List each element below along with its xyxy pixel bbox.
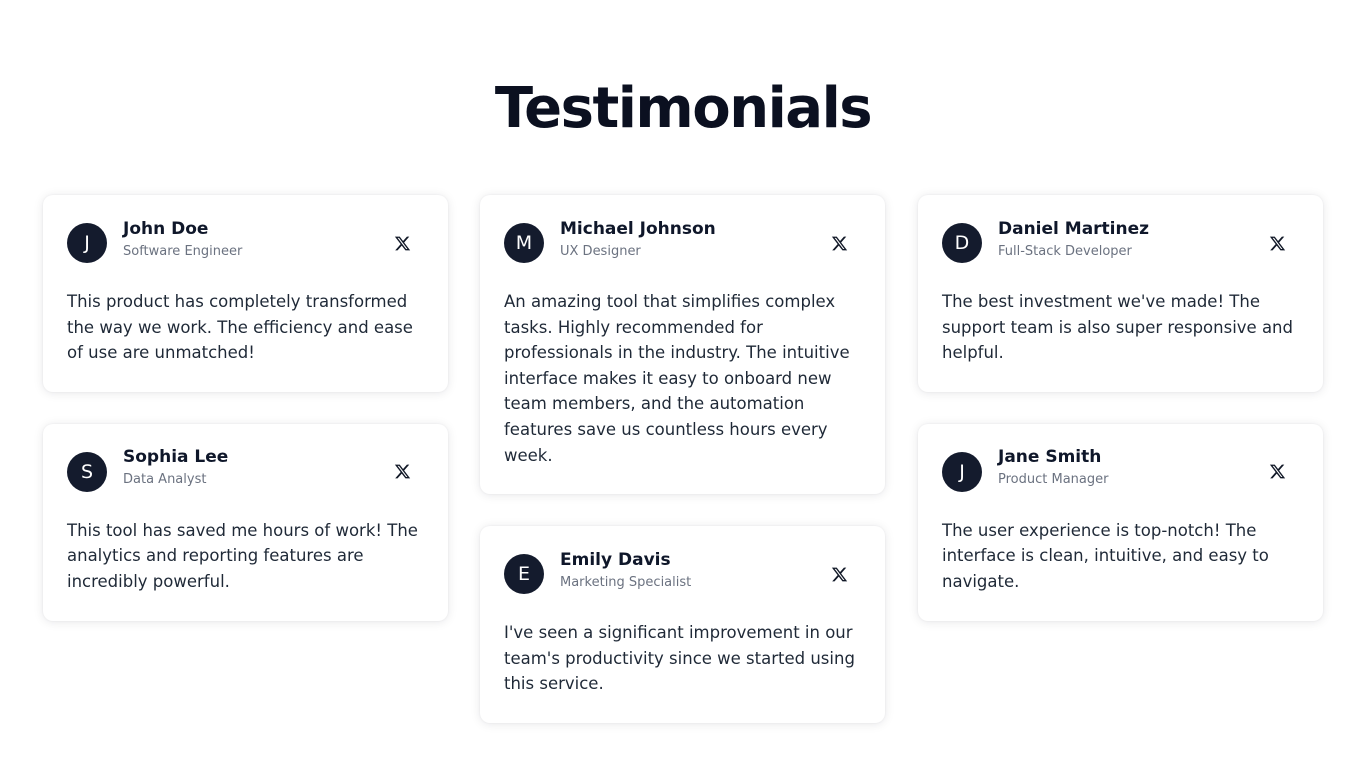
author-info: Jane Smith Product Manager xyxy=(998,447,1257,489)
testimonial-card: S Sophia Lee Data Analyst This tool has … xyxy=(43,423,448,621)
x-twitter-link[interactable] xyxy=(382,452,422,492)
author-info: Sophia Lee Data Analyst xyxy=(123,447,382,489)
avatar: S xyxy=(67,451,107,492)
x-twitter-icon xyxy=(1269,236,1285,250)
author-info: John Doe Software Engineer xyxy=(123,219,382,261)
testimonial-column-1: J John Doe Software Engineer This produc… xyxy=(43,195,448,621)
author-name: Sophia Lee xyxy=(123,447,229,468)
testimonial-quote: This tool has saved me hours of work! Th… xyxy=(67,520,418,591)
avatar: J xyxy=(67,223,107,263)
card-header: J Jane Smith Product Manager xyxy=(942,447,1299,492)
author-name: Daniel Martinez xyxy=(998,218,1150,239)
card-header: M Michael Johnson UX Designer xyxy=(504,219,861,263)
card-header: S Sophia Lee Data Analyst xyxy=(67,447,424,492)
author-role: Marketing Specialist xyxy=(560,574,692,590)
card-header: D Daniel Martinez Full-Stack Developer xyxy=(942,219,1299,263)
author-name: Michael Johnson xyxy=(560,218,716,239)
author-info: Michael Johnson UX Designer xyxy=(560,219,819,261)
author-name: Emily Davis xyxy=(560,549,671,570)
testimonial-quote: I've seen a significant improvement in o… xyxy=(504,623,855,694)
testimonial-card: J John Doe Software Engineer This produc… xyxy=(43,195,448,392)
x-twitter-link[interactable] xyxy=(382,223,422,263)
author-info: Daniel Martinez Full-Stack Developer xyxy=(998,219,1257,261)
x-twitter-link[interactable] xyxy=(1257,223,1297,263)
card-header: E Emily Davis Marketing Specialist xyxy=(504,550,861,595)
x-twitter-icon xyxy=(394,464,410,479)
testimonial-card: J Jane Smith Product Manager The user ex… xyxy=(918,423,1323,621)
author-name: John Doe xyxy=(123,218,209,239)
x-twitter-icon xyxy=(831,567,847,582)
card-header: J John Doe Software Engineer xyxy=(67,219,424,263)
testimonial-quote: An amazing tool that simplifies complex … xyxy=(504,292,850,465)
x-twitter-link[interactable] xyxy=(1257,452,1297,492)
x-twitter-link[interactable] xyxy=(819,223,859,263)
author-role: Software Engineer xyxy=(123,243,243,259)
x-twitter-icon xyxy=(394,236,410,250)
x-twitter-icon xyxy=(831,236,847,250)
testimonial-card: M Michael Johnson UX Designer An amazing… xyxy=(480,195,885,495)
testimonial-quote: The best investment we've made! The supp… xyxy=(942,292,1293,363)
testimonial-card: D Daniel Martinez Full-Stack Developer T… xyxy=(918,195,1323,392)
author-role: Product Manager xyxy=(998,472,1109,488)
avatar: E xyxy=(504,554,544,595)
testimonial-quote: This product has completely transformed … xyxy=(67,292,413,363)
author-role: UX Designer xyxy=(560,243,641,259)
x-twitter-icon xyxy=(1269,464,1285,479)
testimonials-section: Testimonials J John Doe Software Enginee… xyxy=(0,0,1366,768)
page-title: Testimonials xyxy=(494,76,873,141)
testimonial-card: E Emily Davis Marketing Specialist I've … xyxy=(480,526,885,723)
testimonial-column-3: D Daniel Martinez Full-Stack Developer T… xyxy=(918,195,1323,621)
author-info: Emily Davis Marketing Specialist xyxy=(560,550,819,592)
avatar: J xyxy=(942,451,982,492)
author-role: Full-Stack Developer xyxy=(998,243,1132,259)
x-twitter-link[interactable] xyxy=(819,554,859,594)
testimonial-quote: The user experience is top-notch! The in… xyxy=(942,520,1269,591)
author-name: Jane Smith xyxy=(998,447,1102,468)
author-role: Data Analyst xyxy=(123,472,207,488)
avatar: D xyxy=(942,223,982,263)
testimonial-column-2: M Michael Johnson UX Designer An amazing… xyxy=(480,195,885,723)
avatar: M xyxy=(504,223,544,263)
